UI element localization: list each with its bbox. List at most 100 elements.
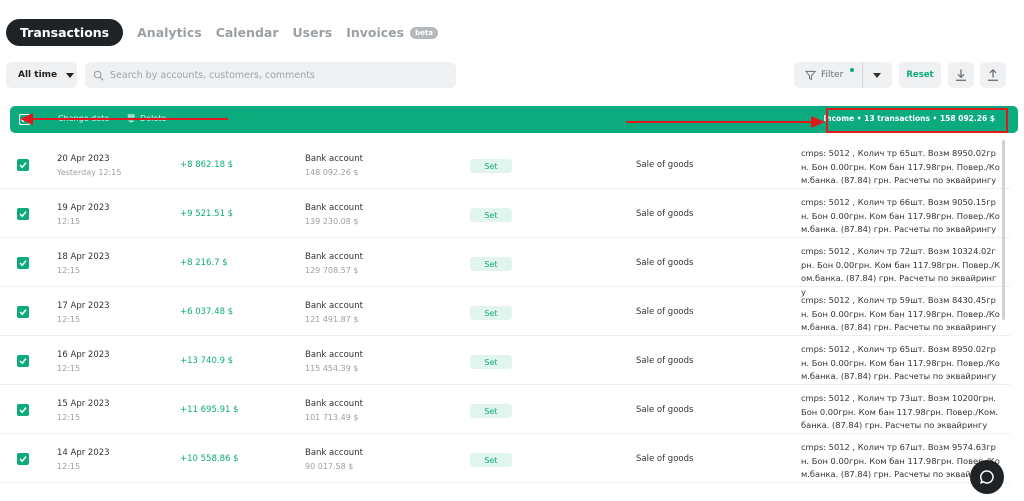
row-balance: 139 230.08 $	[305, 217, 359, 226]
row-amount: +8 862.18 $	[180, 160, 234, 170]
filter-button[interactable]: Filter	[794, 62, 863, 88]
tab-invoices[interactable]: Invoices beta	[346, 25, 438, 40]
row-category[interactable]: Sale of goods	[636, 356, 693, 366]
row-balance: 148 092.26 $	[305, 168, 359, 177]
row-amount: +10 558.86 $	[180, 454, 239, 464]
filter-control[interactable]: Filter	[794, 62, 892, 88]
tab-calendar[interactable]: Calendar	[216, 25, 279, 40]
check-icon	[19, 309, 27, 316]
period-dropdown[interactable]: All time	[6, 62, 77, 88]
tab-transactions[interactable]: Transactions	[6, 19, 124, 46]
table-row[interactable]: 14 Apr 2023 12:15 +10 558.86 $ Bank account…	[0, 434, 1010, 483]
row-amount: +6 037.48 $	[180, 307, 234, 317]
row-checkbox[interactable]	[17, 306, 29, 318]
check-icon	[19, 358, 27, 365]
row-checkbox[interactable]	[17, 404, 29, 416]
row-account[interactable]: Bank account	[305, 399, 363, 409]
row-time: Yesterday 12:15	[57, 168, 122, 177]
row-time: 12:15	[57, 266, 81, 275]
table-row[interactable]: 16 Apr 2023 12:15 +13 740.9 $ Bank account 1…	[0, 336, 1010, 385]
row-date: 15 Apr 2023	[57, 399, 110, 409]
row-balance: 101 713.49 $	[305, 413, 359, 422]
tab-invoices-label: Invoices	[346, 25, 405, 40]
download-button[interactable]	[948, 62, 974, 88]
row-checkbox[interactable]	[17, 355, 29, 367]
row-description: cmps: 5012 , Колич тр 66шт. Возм 9050.15…	[801, 197, 1000, 234]
check-icon	[19, 456, 27, 463]
row-date: 19 Apr 2023	[57, 203, 110, 213]
row-balance: 115 454.39 $	[305, 364, 359, 373]
set-counterparty-button[interactable]: Set	[470, 453, 512, 467]
row-description: cmps: 5012 , Колич тр 65шт. Возм 8950.02…	[801, 344, 1000, 381]
row-category[interactable]: Sale of goods	[636, 209, 693, 219]
row-checkbox[interactable]	[17, 257, 29, 269]
set-counterparty-button[interactable]: Set	[470, 355, 512, 369]
row-account[interactable]: Bank account	[305, 448, 363, 458]
row-checkbox[interactable]	[17, 159, 29, 171]
row-date: 14 Apr 2023	[57, 448, 110, 458]
period-label: All time	[18, 70, 58, 80]
beta-badge: beta	[410, 26, 438, 39]
row-amount: +11 695.91 $	[180, 405, 239, 415]
table-row[interactable]: 19 Apr 2023 12:15 +9 521.51 $ Bank account 1…	[0, 189, 1010, 238]
check-icon	[19, 260, 27, 267]
row-category[interactable]: Sale of goods	[636, 258, 693, 268]
row-account[interactable]: Bank account	[305, 350, 363, 360]
tab-users[interactable]: Users	[293, 25, 333, 40]
filter-icon	[805, 70, 816, 80]
chat-button[interactable]	[970, 460, 1004, 494]
row-time: 12:15	[57, 217, 81, 226]
row-category[interactable]: Sale of goods	[636, 307, 693, 317]
row-checkbox[interactable]	[17, 453, 29, 465]
annotation-highlight-box	[826, 108, 1008, 133]
row-account[interactable]: Bank account	[305, 301, 363, 311]
row-date: 16 Apr 2023	[57, 350, 110, 360]
search-input[interactable]	[110, 69, 440, 81]
row-time: 12:15	[57, 315, 81, 324]
row-amount: +9 521.51 $	[180, 209, 234, 219]
scrollbar[interactable]	[1002, 140, 1005, 320]
set-counterparty-button[interactable]: Set	[470, 159, 512, 173]
row-time: 12:15	[57, 462, 81, 471]
row-balance: 121 491.87 $	[305, 315, 359, 324]
filter-active-dot	[850, 68, 854, 72]
download-icon	[956, 69, 966, 81]
upload-button[interactable]	[980, 62, 1006, 88]
filter-chevron-down-icon[interactable]	[873, 72, 881, 78]
search-icon	[93, 70, 104, 80]
row-account[interactable]: Bank account	[305, 203, 363, 213]
row-account[interactable]: Bank account	[305, 252, 363, 262]
top-nav: Transactions Analytics Calendar Users In…	[6, 19, 438, 46]
row-description: cmps: 5012 , Колич тр 73шт. Возм 10200гр…	[801, 393, 998, 430]
table-row[interactable]: 15 Apr 2023 12:15 +11 695.91 $ Bank account…	[0, 385, 1010, 434]
row-date: 20 Apr 2023	[57, 154, 110, 164]
table-row[interactable]: 18 Apr 2023 12:15 +8 216.7 $ Bank account 12…	[0, 238, 1010, 297]
row-time: 12:15	[57, 413, 81, 422]
chat-bubble-icon	[979, 470, 994, 484]
chevron-down-icon	[66, 72, 75, 78]
row-time: 12:15	[57, 364, 81, 373]
arrow-head-right-icon	[811, 116, 825, 128]
row-category[interactable]: Sale of goods	[636, 160, 693, 170]
annotation-arrow-right	[626, 121, 814, 123]
search-bar[interactable]	[85, 62, 456, 88]
row-date: 18 Apr 2023	[57, 252, 110, 262]
table-row[interactable]: 20 Apr 2023 Yesterday 12:15 +8 862.18 $ Ban…	[0, 140, 1010, 189]
set-counterparty-button[interactable]: Set	[470, 306, 512, 320]
row-description: cmps: 5012 , Колич тр 65шт. Возм 8950.02…	[801, 148, 1000, 185]
row-account[interactable]: Bank account	[305, 154, 363, 164]
row-amount: +8 216.7 $	[180, 258, 228, 268]
set-counterparty-button[interactable]: Set	[470, 404, 512, 418]
row-category[interactable]: Sale of goods	[636, 454, 693, 464]
row-checkbox[interactable]	[17, 208, 29, 220]
reset-button[interactable]: Reset	[899, 62, 941, 88]
row-amount: +13 740.9 $	[180, 356, 234, 366]
row-description: cmps: 5012 , Колич тр 59шт. Возм 8430.45…	[801, 295, 1000, 332]
row-category[interactable]: Sale of goods	[636, 405, 693, 415]
set-counterparty-button[interactable]: Set	[470, 257, 512, 271]
table-row[interactable]: 17 Apr 2023 12:15 +6 037.48 $ Bank account 1…	[0, 287, 1010, 336]
set-counterparty-button[interactable]: Set	[470, 208, 512, 222]
filter-label: Filter	[821, 70, 844, 80]
check-icon	[19, 162, 27, 169]
tab-analytics[interactable]: Analytics	[137, 25, 202, 40]
